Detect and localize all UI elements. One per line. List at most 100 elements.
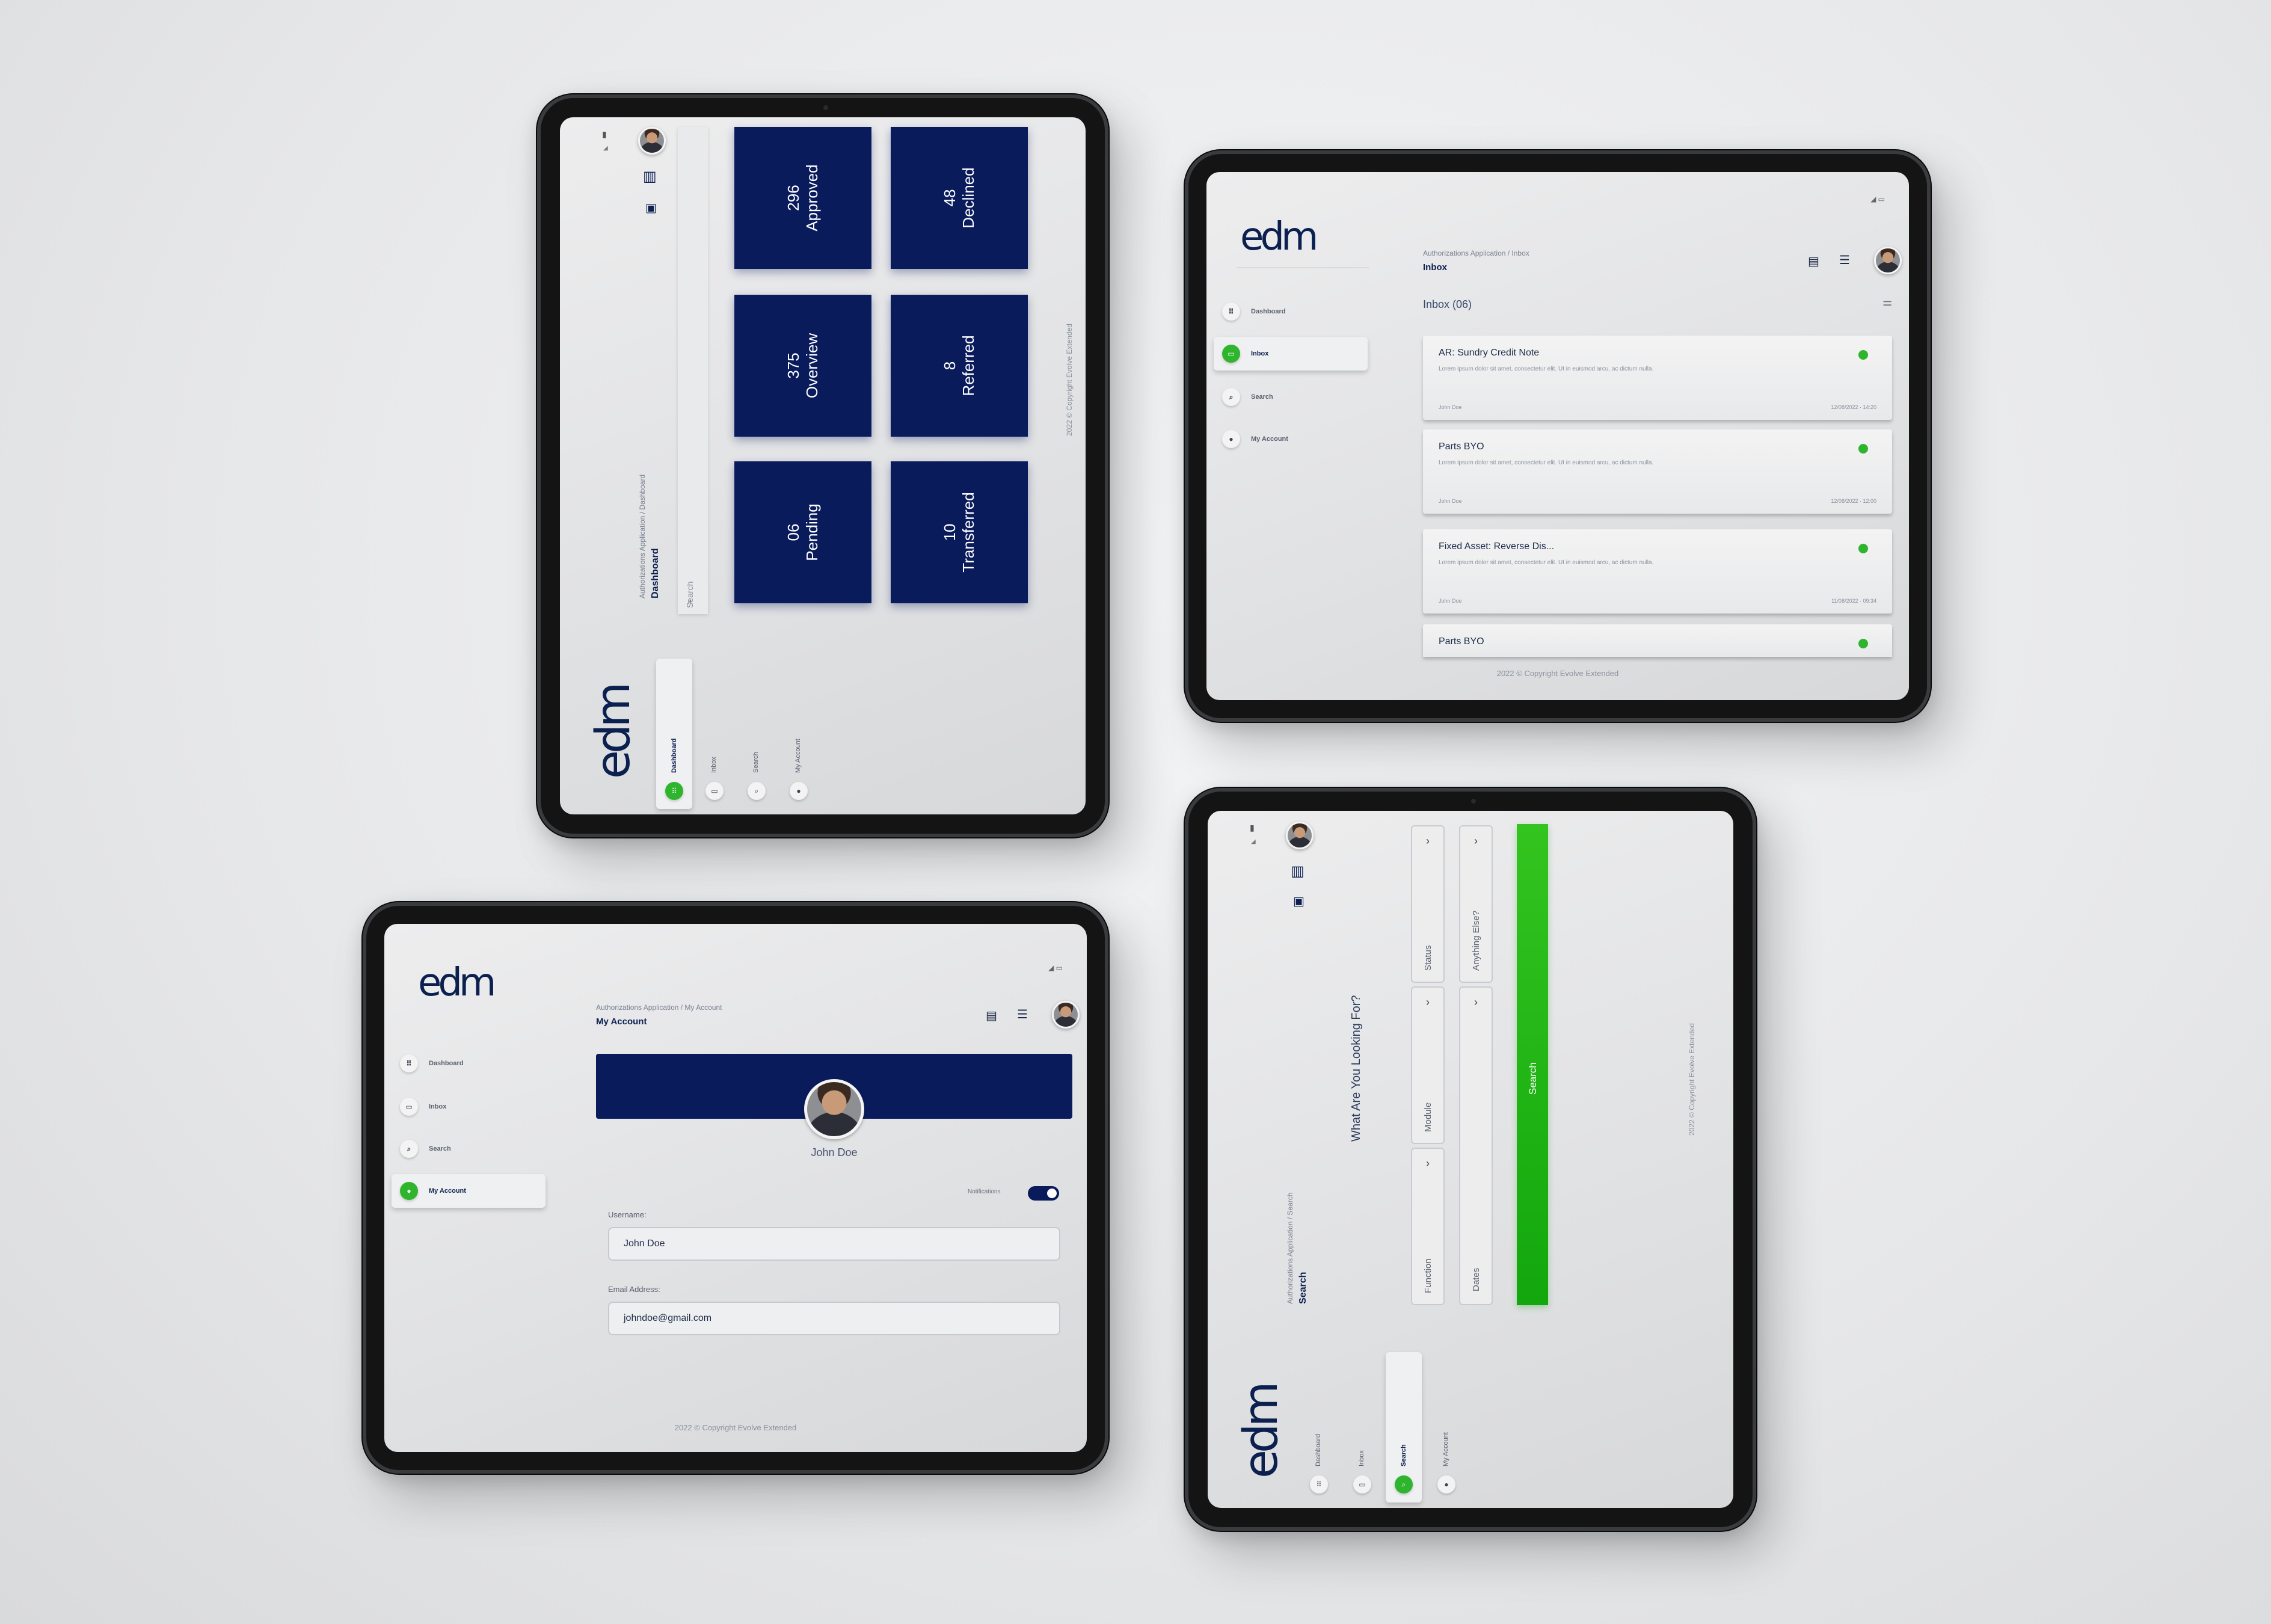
page-title: Dashboard: [650, 548, 660, 598]
email-field[interactable]: johndoe@gmail.com: [608, 1302, 1060, 1335]
profile-photo[interactable]: [804, 1079, 864, 1139]
menu-icon[interactable]: ☰: [1017, 1007, 1028, 1022]
tile-number: 10: [941, 523, 959, 541]
page-title: Inbox: [1423, 262, 1447, 272]
filter-label: Module: [1423, 1102, 1433, 1132]
sidebar-item-search[interactable]: ⌕ Search: [392, 1132, 545, 1166]
sidebar-item-search[interactable]: ⌕ Search: [1214, 380, 1368, 414]
message-author: John Doe: [1439, 498, 1462, 504]
nav-label: Inbox: [710, 757, 718, 773]
search-icon: ⌕: [687, 596, 692, 606]
wallet-icon[interactable]: ▣: [1293, 894, 1305, 909]
footer-copyright: 2022 © Copyright Evolve Extended: [1688, 1023, 1696, 1136]
menu-icon[interactable]: ☰: [1839, 253, 1850, 268]
nav-account[interactable]: My Account ●: [1431, 1376, 1461, 1503]
avatar[interactable]: [638, 127, 666, 155]
message-date: 11/08/2022 · 09:34: [1831, 598, 1876, 604]
page-title: My Account: [596, 1017, 647, 1027]
nav-dashboard[interactable]: Dashboard ⠿: [656, 659, 692, 809]
nav-account[interactable]: My Account ●: [784, 683, 814, 809]
filter-anything-else[interactable]: › Anything Else?: [1459, 825, 1493, 983]
tile-number: 375: [784, 352, 802, 379]
edm-logo: edm: [1240, 215, 1318, 259]
store-icon[interactable]: ▤: [1808, 254, 1819, 269]
list-item[interactable]: Fixed Asset: Reverse Dis... Lorem ipsum …: [1423, 529, 1892, 614]
sidebar-item-inbox[interactable]: ▭ Inbox: [392, 1090, 545, 1124]
tile-approved[interactable]: 296 Approved: [734, 127, 871, 269]
filter-function[interactable]: › Function: [1411, 1148, 1445, 1305]
notifications-toggle[interactable]: [1028, 1186, 1059, 1201]
nav-dashboard[interactable]: Dashboard ⠿: [1304, 1376, 1334, 1503]
tile-number: 06: [784, 523, 802, 541]
search-heading: What Are You Looking For?: [1350, 995, 1363, 1142]
list-item[interactable]: Parts BYO: [1423, 624, 1892, 657]
tile-label: Pending: [803, 503, 821, 561]
tile-transferred[interactable]: 10 Transferred: [891, 461, 1028, 603]
nav-label: Dashboard: [671, 738, 678, 773]
nav-inbox[interactable]: Inbox ▭: [699, 683, 730, 809]
search-icon: ⌕: [1395, 1475, 1413, 1493]
list-item[interactable]: Parts BYO Lorem ipsum dolor sit amet, co…: [1423, 429, 1892, 514]
sidebar-item-account[interactable]: ● My Account: [1214, 422, 1368, 456]
message-author: John Doe: [1439, 404, 1462, 410]
list-item[interactable]: AR: Sundry Credit Note Lorem ipsum dolor…: [1423, 336, 1892, 420]
tile-number: 48: [941, 189, 959, 207]
wallet-icon[interactable]: ▣: [645, 200, 657, 215]
sidebar-item-label: Inbox: [429, 1103, 447, 1110]
tile-overview[interactable]: 375 Overview: [734, 295, 871, 437]
status-icons: ◢ ▭: [1870, 195, 1885, 203]
inbox-screen: edm ⠿ Dashboard ▭ Inbox ⌕ Search ● My Ac…: [1206, 172, 1909, 700]
grid-icon: ⠿: [665, 782, 683, 800]
username-field[interactable]: John Doe: [608, 1227, 1060, 1261]
profile-name: John Doe: [811, 1146, 858, 1158]
breadcrumb: Authorizations Application / Search: [1286, 1192, 1294, 1304]
nav-label: Search: [1400, 1444, 1407, 1466]
filter-label: Function: [1423, 1258, 1433, 1293]
unread-dot: [1858, 639, 1868, 648]
chevron-right-icon: ›: [1426, 996, 1430, 1008]
filter-module[interactable]: › Module: [1411, 986, 1445, 1144]
search-icon: ⌕: [1222, 388, 1240, 406]
avatar[interactable]: [1052, 1001, 1080, 1029]
nav-search[interactable]: Search ⌕: [742, 683, 772, 809]
message-title: Parts BYO: [1439, 636, 1484, 647]
avatar[interactable]: [1286, 822, 1314, 849]
nav-label: Dashboard: [1315, 1434, 1322, 1466]
edm-logo: edm: [1234, 1385, 1288, 1478]
sidebar-item-inbox[interactable]: ▭ Inbox: [1214, 337, 1368, 371]
battery-icon: ▮: [602, 129, 607, 139]
chart-icon[interactable]: ▥: [643, 168, 657, 185]
unread-dot: [1858, 544, 1868, 553]
nav-inbox[interactable]: Inbox ▭: [1347, 1376, 1377, 1503]
message-body: Lorem ipsum dolor sit amet, consectetur …: [1439, 559, 1654, 566]
inbox-count: Inbox (06): [1423, 298, 1472, 310]
filter-label: Status: [1423, 945, 1433, 971]
chart-icon[interactable]: ▥: [1291, 863, 1305, 880]
tile-declined[interactable]: 48 Declined: [891, 127, 1028, 269]
chevron-right-icon: ›: [1426, 1157, 1430, 1169]
camera: [1471, 799, 1476, 804]
wifi-icon: ◢: [603, 145, 608, 152]
message-title: Fixed Asset: Reverse Dis...: [1439, 541, 1555, 552]
inbox-icon: ▭: [705, 782, 724, 800]
filter-dates[interactable]: › Dates: [1459, 986, 1493, 1305]
message-title: Parts BYO: [1439, 441, 1484, 452]
tile-pending[interactable]: 06 Pending: [734, 461, 871, 603]
chevron-right-icon: ›: [1426, 835, 1430, 847]
filter-status[interactable]: › Status: [1411, 825, 1445, 983]
sidebar-item-dashboard[interactable]: ⠿ Dashboard: [1214, 295, 1368, 328]
search-button[interactable]: Search: [1517, 824, 1548, 1305]
sidebar-item-account[interactable]: ● My Account: [392, 1174, 545, 1208]
nav-search[interactable]: Search ⌕: [1386, 1352, 1422, 1503]
tile-referred[interactable]: 8 Referred: [891, 295, 1028, 437]
sidebar-item-label: Search: [429, 1145, 451, 1152]
avatar[interactable]: [1874, 247, 1902, 274]
store-icon[interactable]: ▤: [986, 1008, 997, 1023]
unread-dot: [1858, 350, 1868, 360]
filter-icon[interactable]: ⚌: [1882, 296, 1892, 309]
tile-label: Declined: [959, 167, 977, 229]
chevron-right-icon: ›: [1474, 835, 1478, 847]
search-input[interactable]: Search ⌕: [678, 127, 708, 614]
sidebar-item-dashboard[interactable]: ⠿ Dashboard: [392, 1047, 545, 1080]
dashboard-screen: ▮ ◢ ▥ ▣ Search ⌕ Authorizations Applicat…: [560, 117, 1086, 814]
